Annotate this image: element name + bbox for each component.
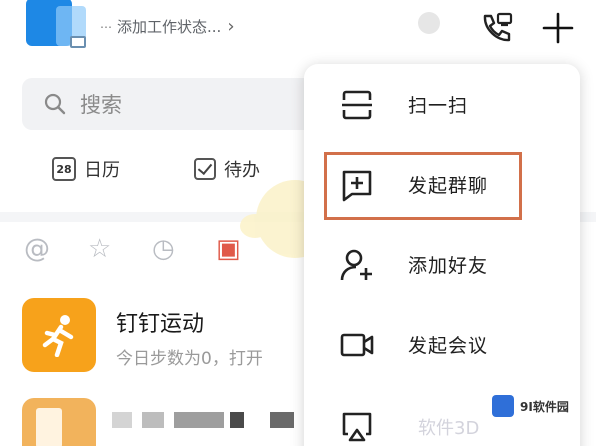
chevron-right-icon: › [227, 16, 235, 37]
blurred-text [142, 412, 164, 428]
menu-item-group-chat-label: 发起群聊 [408, 174, 489, 197]
site-watermark-text: 9I软件园 [520, 399, 569, 414]
search-placeholder: 搜索 [80, 93, 122, 117]
plus-icon[interactable] [538, 8, 578, 48]
menu-item-add-friend[interactable]: 添加好友 [304, 234, 580, 294]
shortcut-calendar-label: 日历 [84, 160, 120, 181]
star-filter-icon[interactable]: ☆ [88, 234, 111, 264]
blurred-text [270, 412, 294, 428]
menu-item-group-chat[interactable]: 发起群聊 [304, 154, 580, 214]
search-icon [44, 93, 66, 115]
running-person-icon [42, 315, 74, 357]
header-faded-icon [418, 12, 440, 34]
plus-dropdown-menu: 扫一扫 发起群聊 添加好友 发起会议 [304, 64, 580, 446]
menu-item-scan[interactable]: 扫一扫 [304, 74, 580, 134]
group-chat-plus-icon [342, 170, 372, 202]
blurred-text [230, 412, 244, 428]
sport-app-avatar[interactable] [22, 298, 96, 372]
work-status-label: 添加工作状态... [117, 18, 222, 36]
desktop-device-icon [70, 36, 86, 48]
menu-item-add-friend-label: 添加好友 [408, 254, 489, 277]
shortcut-todo-label: 待办 [224, 160, 260, 181]
screen-cast-icon [342, 412, 372, 442]
avatar-inner-block [36, 408, 62, 446]
video-meeting-icon [340, 333, 374, 357]
faint-watermark: 软件3D [418, 418, 480, 439]
user-avatar[interactable] [26, 0, 88, 50]
scan-icon [342, 90, 372, 120]
shortcut-calendar[interactable]: 28 日历 [52, 156, 120, 182]
chat-preview: 今日步数为0，打开 [116, 349, 263, 369]
shortcut-todo[interactable]: 待办 [194, 156, 260, 182]
calendar-icon: 28 [52, 157, 76, 181]
todo-check-icon [194, 158, 216, 180]
menu-item-meeting[interactable]: 发起会议 [304, 314, 580, 374]
chat-title[interactable]: 钉钉运动 [116, 306, 204, 338]
blurred-text [174, 412, 224, 428]
phone-call-icon[interactable] [476, 8, 516, 48]
chat-avatar-second[interactable] [22, 398, 96, 446]
search-bar[interactable]: 搜索 [22, 78, 322, 130]
site-logo-icon [492, 395, 514, 417]
menu-item-scan-label: 扫一扫 [408, 94, 469, 117]
menu-item-meeting-label: 发起会议 [408, 334, 489, 357]
site-watermark: 9I软件园 [486, 392, 575, 420]
status-dots-icon: ⋯ [100, 19, 112, 34]
memo-filter-icon[interactable]: ▣ [216, 234, 241, 264]
work-status-button[interactable]: ⋯ 添加工作状态... › [100, 16, 235, 37]
recent-filter-icon[interactable]: ◷ [152, 234, 175, 264]
mention-filter-icon[interactable]: @ [24, 234, 50, 264]
blurred-text [112, 412, 132, 428]
add-friend-icon [340, 249, 372, 281]
